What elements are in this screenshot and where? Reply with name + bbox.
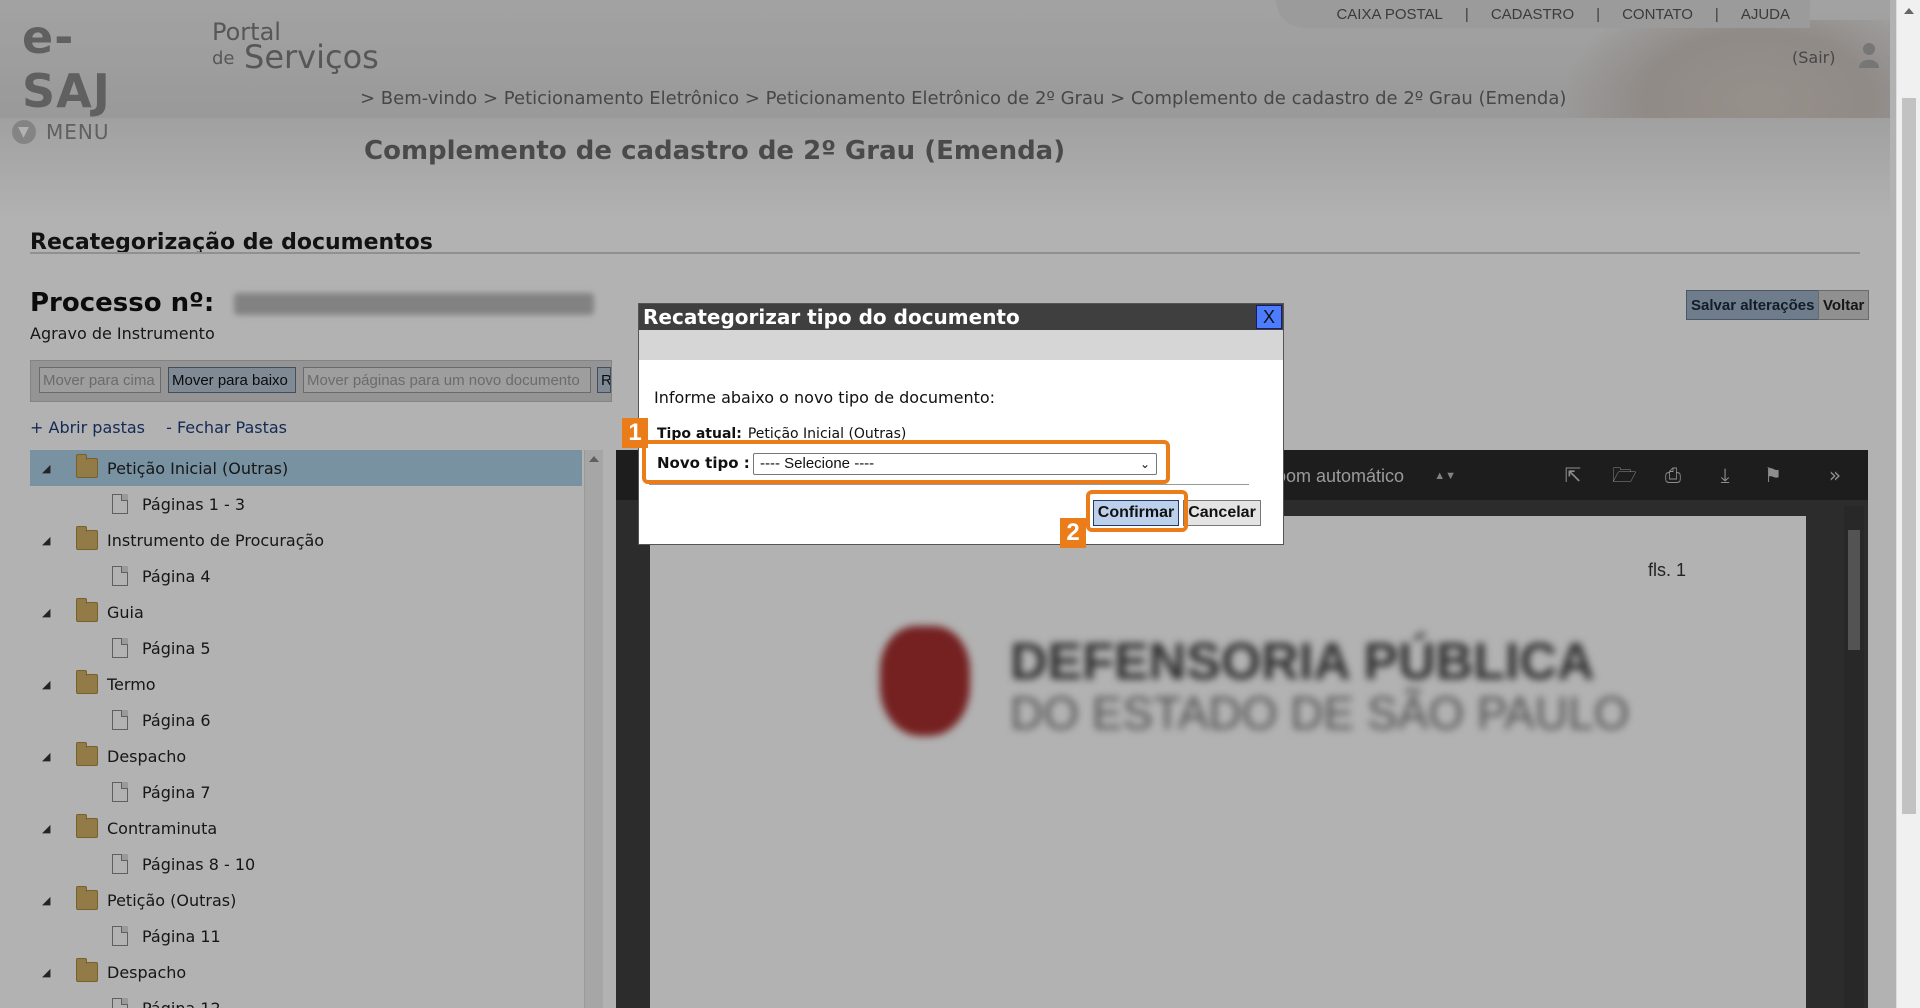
dialog-divider [649, 484, 1249, 485]
window-scroll-thumb[interactable] [1902, 98, 1916, 814]
cancel-button[interactable]: Cancelar [1183, 500, 1261, 526]
window-scrollbar[interactable] [1896, 0, 1920, 1008]
highlight-step1 [642, 440, 1170, 484]
highlight-step2 [1086, 490, 1188, 532]
step1-badge: 1 [622, 418, 648, 448]
dialog-subbar [639, 330, 1283, 360]
dialog-title: Recategorizar tipo do documento [639, 304, 1283, 330]
step2-badge: 2 [1060, 518, 1086, 548]
scroll-up-icon[interactable] [1904, 8, 1914, 14]
dialog-close-button[interactable]: X [1256, 305, 1282, 329]
dialog-instruction: Informe abaixo o novo tipo de documento: [654, 388, 996, 407]
